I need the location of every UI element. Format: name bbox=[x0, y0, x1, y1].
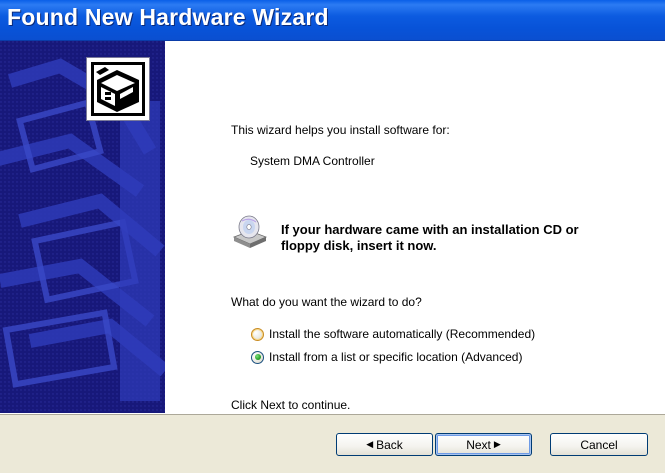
footer-hint: Click Next to continue. bbox=[231, 398, 351, 412]
radio-install-automatically[interactable] bbox=[251, 327, 264, 341]
next-button[interactable]: Next ▶ bbox=[435, 433, 532, 456]
device-name: System DMA Controller bbox=[250, 154, 375, 168]
intro-text: This wizard helps you install software f… bbox=[231, 123, 450, 137]
option-install-automatically[interactable]: Install the software automatically (Reco… bbox=[251, 327, 535, 341]
cd-notice: If your hardware came with an installati… bbox=[281, 222, 579, 253]
next-arrow-icon: ▶ bbox=[493, 439, 501, 449]
button-bar: ◀ Back Next ▶ Cancel bbox=[0, 413, 665, 473]
wizard-content: This wizard helps you install software f… bbox=[165, 41, 665, 413]
cd-drive-icon bbox=[232, 213, 268, 249]
option-install-from-list[interactable]: Install from a list or specific location… bbox=[251, 350, 522, 364]
option-label-advanced: Install from a list or specific location… bbox=[269, 350, 523, 364]
cancel-button-label: Cancel bbox=[580, 437, 618, 452]
wizard-window: Found New Hardware Wizard This wizard he… bbox=[0, 0, 665, 473]
back-button-label: Back bbox=[376, 437, 403, 452]
next-button-label: Next bbox=[466, 437, 491, 452]
window-title: Found New Hardware Wizard bbox=[7, 4, 329, 30]
wizard-side-banner bbox=[0, 41, 165, 413]
cancel-button[interactable]: Cancel bbox=[550, 433, 648, 456]
back-arrow-icon: ◀ bbox=[366, 439, 374, 449]
divider bbox=[0, 414, 665, 415]
option-label-automatic: Install the software automatically (Reco… bbox=[269, 327, 536, 341]
radio-install-from-list[interactable] bbox=[251, 350, 264, 364]
title-bar[interactable]: Found New Hardware Wizard bbox=[0, 0, 665, 41]
back-button[interactable]: ◀ Back bbox=[336, 433, 433, 456]
question-text: What do you want the wizard to do? bbox=[231, 295, 422, 309]
hardware-chip-icon bbox=[86, 57, 150, 121]
